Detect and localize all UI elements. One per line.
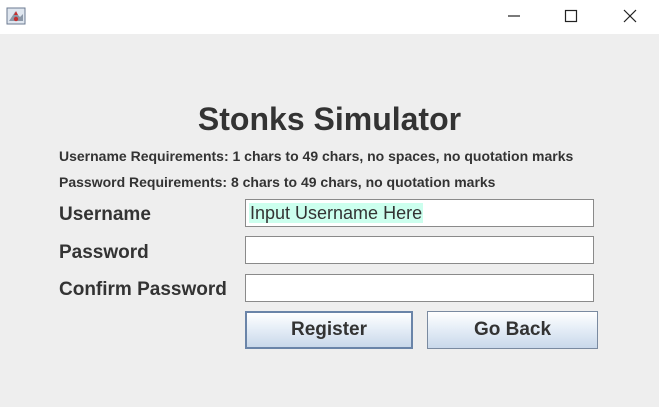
close-button[interactable] [607,0,653,32]
username-requirements-text: Username Requirements: 1 chars to 49 cha… [59,148,574,164]
close-icon [623,9,637,23]
minimize-button[interactable] [491,0,537,32]
confirm-password-field[interactable] [245,274,594,302]
confirm-password-label: Confirm Password [59,279,227,300]
maximize-icon [564,9,578,23]
java-app-icon [6,6,26,26]
page-title: Stonks Simulator [197,101,462,137]
minimize-icon [508,15,520,17]
password-requirements-text: Password Requirements: 8 chars to 49 cha… [59,174,496,190]
password-label: Password [59,242,149,263]
maximize-button[interactable] [548,0,594,32]
go-back-button[interactable]: Go Back [427,311,598,349]
username-label: Username [59,204,151,225]
username-field[interactable]: Input Username Here [245,199,594,227]
password-field[interactable] [245,236,594,264]
username-field-value: Input Username Here [249,203,424,223]
window-titlebar [0,0,659,34]
register-button[interactable]: Register [245,311,413,349]
register-panel: Stonks Simulator Username Requirements: … [0,34,659,407]
